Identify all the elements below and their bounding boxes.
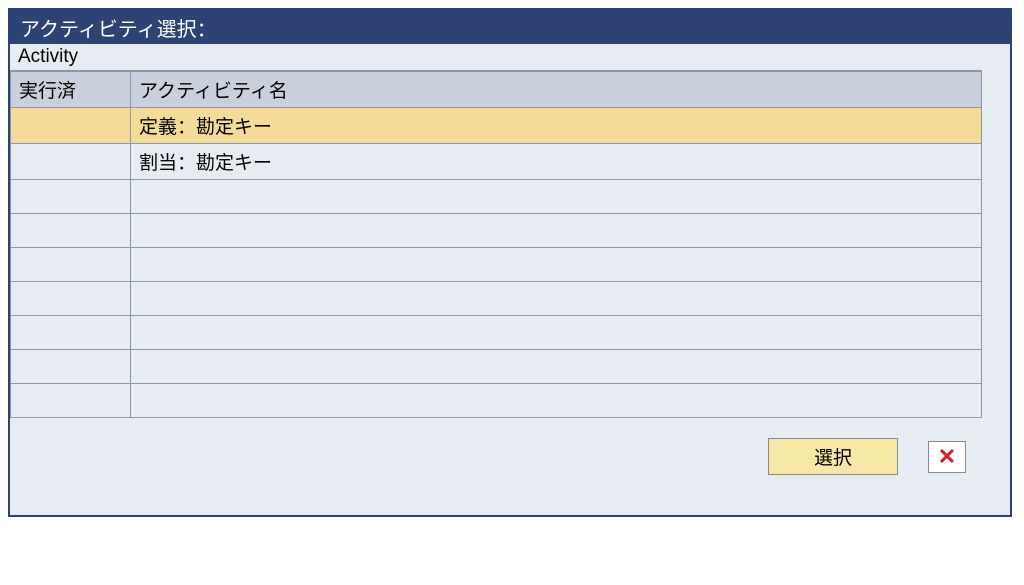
cell-executed (11, 248, 131, 282)
header-executed: 実行済 (11, 72, 131, 108)
table-row[interactable] (11, 248, 982, 282)
cell-executed (11, 350, 131, 384)
cell-activity-name: 割当：勘定キー (131, 144, 982, 180)
cell-executed (11, 384, 131, 418)
cell-activity-name (131, 214, 982, 248)
cell-executed (11, 108, 131, 144)
table-row[interactable] (11, 214, 982, 248)
cell-executed (11, 282, 131, 316)
vertical-scrollbar[interactable] (982, 44, 1010, 515)
table-row[interactable] (11, 316, 982, 350)
cell-activity-name (131, 282, 982, 316)
dialog-title: アクティビティ選択： (20, 13, 217, 42)
table-area: Activity 実行済 アクティビティ名 定義：勘定キー割当：勘定キー 選択 … (10, 44, 982, 515)
cell-executed (11, 214, 131, 248)
table-row[interactable]: 割当：勘定キー (11, 144, 982, 180)
select-button[interactable]: 選択 (768, 438, 898, 475)
table-subtitle: Activity (10, 44, 982, 71)
table-row[interactable] (11, 282, 982, 316)
select-button-label: 選択 (814, 448, 852, 469)
cell-executed (11, 144, 131, 180)
cell-activity-name (131, 316, 982, 350)
activity-select-dialog: アクティビティ選択： Activity 実行済 アクティビティ名 定義：勘定キー… (8, 8, 1012, 517)
cell-executed (11, 180, 131, 214)
cell-activity-name (131, 248, 982, 282)
cell-activity-name (131, 350, 982, 384)
dialog-title-bar: アクティビティ選択： (10, 10, 1010, 44)
close-icon: ✕ (938, 446, 956, 468)
table-row[interactable]: 定義：勘定キー (11, 108, 982, 144)
close-button[interactable]: ✕ (928, 441, 966, 473)
table-row[interactable] (11, 384, 982, 418)
header-activity-name: アクティビティ名 (131, 72, 982, 108)
cell-executed (11, 316, 131, 350)
activity-table: 実行済 アクティビティ名 定義：勘定キー割当：勘定キー (10, 71, 982, 418)
cell-activity-name (131, 384, 982, 418)
cell-activity-name (131, 180, 982, 214)
cell-activity-name: 定義：勘定キー (131, 108, 982, 144)
button-bar: 選択 ✕ (10, 418, 982, 515)
dialog-content: Activity 実行済 アクティビティ名 定義：勘定キー割当：勘定キー 選択 … (10, 44, 1010, 515)
table-row[interactable] (11, 350, 982, 384)
table-row[interactable] (11, 180, 982, 214)
